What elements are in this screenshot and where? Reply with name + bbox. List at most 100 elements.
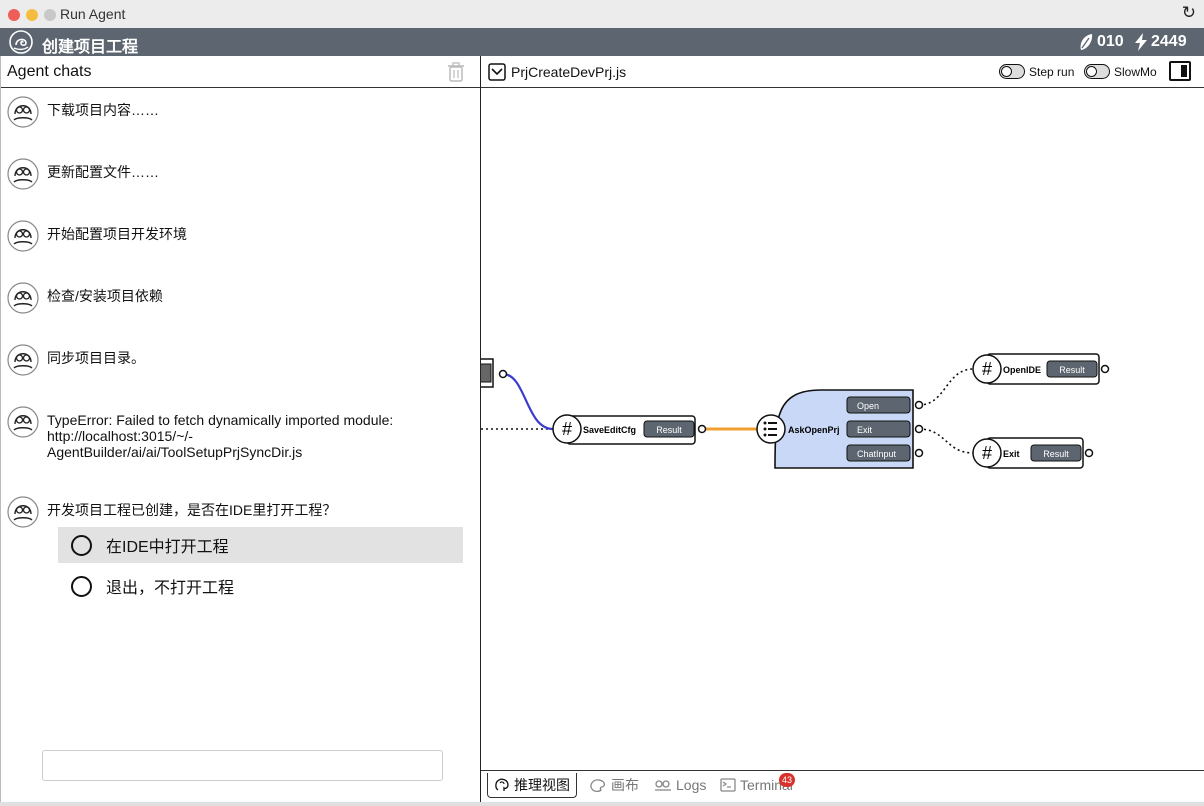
- terminal-icon: [720, 778, 736, 792]
- hash-icon: #: [982, 443, 992, 463]
- step-run-label: Step run: [1029, 64, 1075, 79]
- hash-icon: #: [562, 419, 572, 439]
- window-bottom-edge: [0, 802, 1204, 806]
- chat-message-question: 开发项目工程已创建，是否在IDE里打开工程？: [7, 496, 336, 528]
- node-port-label: Result: [1059, 365, 1085, 375]
- terminal-badge: 43: [779, 773, 795, 787]
- option-label: 退出，不打开工程: [106, 580, 235, 597]
- hash-icon: #: [982, 359, 992, 379]
- chat-input[interactable]: [42, 750, 443, 781]
- chat-message-text: 下载项目内容……: [47, 102, 159, 118]
- node-ask-open-prj[interactable]: AskOpenPrj Open Exit ChatInput: [756, 389, 924, 469]
- bot-avatar-icon: [7, 282, 39, 314]
- tab-logs[interactable]: Logs: [648, 773, 712, 797]
- file-name: PrjCreateDevPrj.js: [511, 64, 627, 80]
- window-title: Run Agent: [60, 6, 126, 22]
- option-exit[interactable]: 退出，不打开工程: [58, 568, 463, 604]
- output-port[interactable]: [1084, 448, 1094, 458]
- radio-button[interactable]: [71, 534, 92, 556]
- output-port[interactable]: [914, 448, 924, 458]
- maximize-window-button[interactable]: [44, 9, 56, 21]
- chat-message-text: 同步项目目录。: [47, 350, 145, 366]
- option-label: 在IDE中打开工程: [106, 539, 229, 556]
- chat-message: 检查/安装项目依赖: [7, 282, 163, 314]
- node-label: Exit: [1003, 449, 1020, 459]
- logs-icon: [655, 780, 671, 791]
- output-port[interactable]: [1100, 364, 1110, 374]
- toggle-side-panel-button[interactable]: [1169, 61, 1191, 81]
- trash-icon[interactable]: [447, 62, 465, 82]
- node-label: SaveEditCfg: [583, 425, 636, 435]
- output-port[interactable]: [914, 400, 924, 410]
- node-open-ide[interactable]: # OpenIDE Result: [972, 353, 1110, 385]
- chat-message-text: 更新配置文件……: [47, 164, 159, 180]
- chat-message: 开始配置项目开发环境: [7, 220, 187, 252]
- brain-icon: [495, 778, 509, 791]
- link-dotted: [918, 368, 974, 406]
- node-port-label: Result: [1043, 449, 1069, 459]
- step-run-switch[interactable]: [999, 64, 1025, 79]
- flow-editor-panel: PrjCreateDevPrj.js Step run SlowMo # Sav…: [481, 56, 1204, 802]
- output-port[interactable]: [697, 424, 707, 434]
- stat-b-value: 2449: [1151, 33, 1187, 50]
- offscreen-node-port: [481, 363, 492, 383]
- chat-message: 下载项目内容……: [7, 96, 159, 128]
- step-run-toggle[interactable]: Step run: [999, 64, 1074, 79]
- chat-message-error: TypeError: Failed to fetch dynamically i…: [7, 406, 393, 460]
- slowmo-switch[interactable]: [1084, 64, 1110, 79]
- chat-message-text: 检查/安装项目依赖: [47, 288, 163, 304]
- chat-message-text: TypeError: Failed to fetch dynamically i…: [47, 412, 394, 460]
- chat-message: 更新配置文件……: [7, 158, 159, 190]
- minimize-window-button[interactable]: [26, 9, 38, 21]
- node-port-label: Result: [656, 425, 682, 435]
- app-logo-icon: [9, 30, 33, 54]
- close-window-button[interactable]: [8, 9, 20, 21]
- radio-button[interactable]: [71, 575, 92, 597]
- bottom-tabs: 推理视图 画布 Logs Terminal 43: [481, 770, 1204, 803]
- reload-icon[interactable]: ↻: [1182, 3, 1196, 23]
- link-blue: [502, 372, 554, 431]
- collapse-checkbox-icon[interactable]: [488, 63, 506, 81]
- node-save-edit-cfg[interactable]: # SaveEditCfg Result: [552, 414, 707, 445]
- agent-chats-title: Agent chats: [7, 63, 92, 80]
- node-label: AskOpenPrj: [788, 425, 840, 435]
- node-exit[interactable]: # Exit Result: [972, 437, 1094, 469]
- bot-avatar-icon: [7, 344, 39, 376]
- bot-avatar-icon: [7, 406, 39, 438]
- bot-avatar-icon: [7, 158, 39, 190]
- chat-message: 同步项目目录。: [7, 344, 145, 376]
- output-port[interactable]: [498, 369, 508, 379]
- palette-icon: [590, 779, 606, 793]
- node-port-label: Exit: [857, 425, 873, 435]
- link-dotted: [918, 428, 974, 454]
- node-port-label: Open: [857, 401, 879, 411]
- agent-chats-header: Agent chats: [1, 56, 480, 88]
- flow-canvas[interactable]: # SaveEditCfg Result AskOpenPrj Open Exi…: [481, 88, 1204, 768]
- lightning-icon: [1135, 33, 1147, 51]
- leaf-icon: [1080, 34, 1093, 50]
- tab-label: Logs: [676, 777, 707, 793]
- window-titlebar: Run Agent ↻: [0, 0, 1204, 29]
- tab-reasoning-view[interactable]: 推理视图: [487, 773, 577, 798]
- list-icon: [763, 421, 777, 437]
- tab-label: 推理视图: [514, 777, 570, 793]
- stat-a-value: 010: [1097, 33, 1124, 50]
- editor-header: PrjCreateDevPrj.js Step run SlowMo: [481, 56, 1204, 88]
- option-open-in-ide[interactable]: 在IDE中打开工程: [58, 527, 463, 563]
- token-stat: 010: [1078, 33, 1124, 51]
- node-port-label: ChatInput: [857, 449, 897, 459]
- tab-label: 画布: [611, 777, 639, 793]
- node-label: OpenIDE: [1003, 365, 1041, 375]
- bot-avatar-icon: [7, 496, 39, 528]
- energy-stat: 2449: [1134, 33, 1187, 51]
- bot-avatar-icon: [7, 96, 39, 128]
- chat-message-text: 开始配置项目开发环境: [47, 226, 187, 242]
- output-port[interactable]: [914, 424, 924, 434]
- bot-avatar-icon: [7, 220, 39, 252]
- slowmo-toggle[interactable]: SlowMo: [1084, 64, 1157, 79]
- page-title: 创建项目工程: [42, 39, 139, 56]
- app-header: 创建项目工程 010 2449: [0, 28, 1204, 56]
- slowmo-label: SlowMo: [1114, 64, 1157, 79]
- chat-message-text: 开发项目工程已创建，是否在IDE里打开工程？: [47, 502, 337, 518]
- tab-canvas[interactable]: 画布: [583, 773, 645, 797]
